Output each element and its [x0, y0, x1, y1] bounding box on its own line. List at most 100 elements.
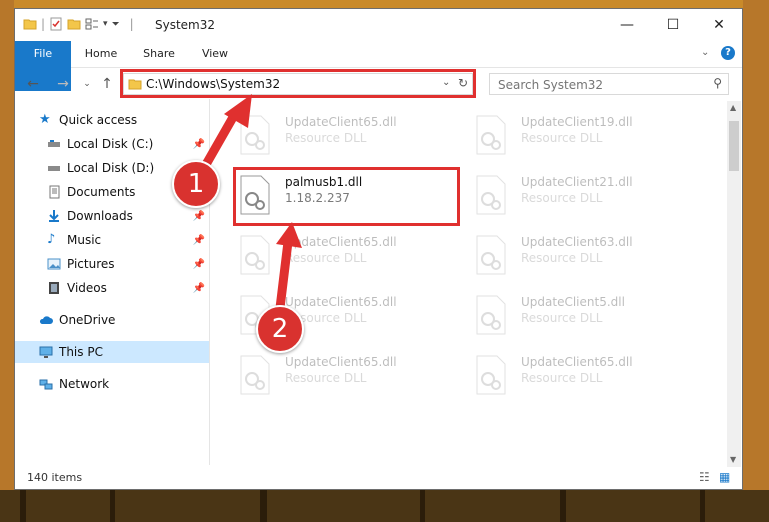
quick-access-toolbar: | ▾ ⏷ |: [23, 17, 134, 31]
large-icons-view-icon[interactable]: ▦: [719, 470, 730, 484]
ribbon-tabs: File Home Share View ⌄ ?: [15, 41, 742, 91]
scrollbar-thumb[interactable]: [729, 121, 739, 171]
expand-ribbon-icon[interactable]: ⌄: [701, 47, 709, 58]
dll-file-icon: [476, 355, 506, 395]
file-name: UpdateClient19.dll: [521, 115, 633, 129]
pin-icon[interactable]: 📌: [193, 211, 205, 222]
pin-icon[interactable]: 📌: [193, 259, 205, 270]
sidebar-item-music[interactable]: ♪ Music 📌: [15, 229, 209, 251]
sidebar-item-label: Downloads: [67, 209, 133, 223]
toolbar-separator: |: [129, 17, 134, 31]
sidebar-item-local-disk-c[interactable]: Local Disk (C:) 📌: [15, 133, 209, 155]
pin-icon[interactable]: 📌: [193, 235, 205, 246]
file-type: Resource DLL: [521, 251, 603, 265]
sidebar-item-label: Network: [59, 377, 110, 391]
status-bar: 140 items ☷ ▦: [15, 467, 742, 489]
sidebar-item-quick-access[interactable]: ★ Quick access: [15, 109, 209, 131]
sidebar-item-label: Local Disk (C:): [67, 137, 154, 151]
scroll-down-icon[interactable]: ▼: [730, 455, 736, 464]
file-type: Resource DLL: [285, 131, 367, 145]
sidebar-item-label: Videos: [67, 281, 107, 295]
sidebar-item-label: Documents: [67, 185, 136, 199]
search-icon: ⚲: [713, 76, 722, 90]
qat-dropdown-icon[interactable]: ⏷: [112, 19, 120, 30]
sidebar-item-videos[interactable]: Videos 📌: [15, 277, 209, 299]
up-button[interactable]: ↑: [97, 74, 117, 94]
file-item[interactable]: UpdateClient65.dll Resource DLL: [471, 349, 691, 399]
sidebar-item-label: Quick access: [59, 113, 138, 127]
help-icon[interactable]: ?: [721, 46, 735, 60]
sidebar-item-label: OneDrive: [59, 313, 116, 327]
sidebar-item-pictures[interactable]: Pictures 📌: [15, 253, 209, 275]
search-box[interactable]: ⚲: [489, 73, 729, 95]
tab-share[interactable]: Share: [137, 41, 181, 67]
details-view-icon[interactable]: ☷: [699, 470, 710, 484]
window-title: System32: [155, 18, 216, 32]
documents-icon: [49, 185, 60, 199]
videos-icon: [49, 282, 59, 294]
cloud-icon: [39, 316, 53, 324]
folder-icon: [23, 19, 37, 30]
sidebar-item-label: Local Disk (D:): [67, 161, 155, 175]
forward-button[interactable]: →: [53, 74, 73, 94]
pictures-icon: [47, 258, 61, 270]
properties-icon[interactable]: [49, 17, 63, 31]
item-count: 140 items: [27, 471, 83, 484]
chevron-down-icon[interactable]: ▾: [103, 19, 108, 29]
file-name: UpdateClient63.dll: [521, 235, 633, 249]
sidebar-item-network[interactable]: Network: [15, 373, 209, 395]
file-item[interactable]: UpdateClient65.dll Resource DLL: [235, 229, 455, 279]
drive-icon: [48, 140, 60, 147]
file-name: UpdateClient65.dll: [285, 295, 397, 309]
sidebar-item-onedrive[interactable]: OneDrive: [15, 309, 209, 331]
dll-file-icon: [476, 175, 506, 215]
scroll-up-icon[interactable]: ▲: [730, 103, 736, 112]
file-type: Resource DLL: [285, 371, 367, 385]
file-name: UpdateClient21.dll: [521, 175, 633, 189]
tab-view[interactable]: View: [193, 41, 237, 67]
file-item[interactable]: UpdateClient65.dll Resource DLL: [235, 349, 455, 399]
pane-divider: [209, 99, 210, 465]
search-input[interactable]: [496, 76, 700, 94]
file-item[interactable]: UpdateClient19.dll Resource DLL: [471, 109, 691, 159]
navigation-pane: ★ Quick access Local Disk (C:) 📌 Local D…: [15, 105, 209, 465]
dll-file-icon: [476, 115, 506, 155]
file-item[interactable]: UpdateClient63.dll Resource DLL: [471, 229, 691, 279]
sidebar-item-label: Music: [67, 233, 102, 247]
file-item[interactable]: UpdateClient21.dll Resource DLL: [471, 169, 691, 219]
step-badge-1: 1: [172, 160, 220, 208]
file-item[interactable]: UpdateClient65.dll Resource DLL: [235, 109, 455, 159]
sidebar-item-label: Pictures: [67, 257, 115, 271]
file-list: UpdateClient65.dll Resource DLL palmusb1…: [211, 101, 725, 467]
file-type: Resource DLL: [521, 371, 603, 385]
dll-file-icon: [240, 235, 270, 275]
file-name: UpdateClient65.dll: [521, 355, 633, 369]
computer-icon: [39, 346, 53, 358]
pin-icon[interactable]: 📌: [193, 139, 205, 150]
pin-icon[interactable]: 📌: [193, 283, 205, 294]
new-folder-icon[interactable]: [67, 17, 81, 31]
file-name: UpdateClient65.dll: [285, 235, 397, 249]
toolbar-separator: |: [41, 17, 46, 31]
sidebar-item-label: This PC: [59, 345, 103, 359]
music-icon: ♪: [47, 232, 56, 247]
step-badge-2: 2: [256, 305, 304, 353]
close-button[interactable]: ✕: [696, 9, 742, 41]
tab-home[interactable]: Home: [79, 41, 123, 67]
file-type: Resource DLL: [521, 311, 603, 325]
dll-file-icon: [240, 115, 270, 155]
file-name: UpdateClient5.dll: [521, 295, 625, 309]
back-button[interactable]: ←: [23, 74, 43, 94]
sidebar-item-downloads[interactable]: Downloads 📌: [15, 205, 209, 227]
vertical-scrollbar[interactable]: ▲ ▼: [727, 101, 741, 467]
customize-icon[interactable]: [85, 17, 99, 31]
network-icon: [39, 379, 53, 390]
file-item[interactable]: UpdateClient5.dll Resource DLL: [471, 289, 691, 339]
sidebar-item-this-pc[interactable]: This PC: [15, 341, 209, 363]
file-highlight: [233, 167, 460, 226]
maximize-button[interactable]: ☐: [650, 9, 696, 41]
recent-locations-button[interactable]: ⌄: [77, 74, 97, 94]
title-bar: | ▾ ⏷ | System32 — ☐ ✕: [15, 9, 742, 41]
star-icon: ★: [39, 112, 51, 127]
minimize-button[interactable]: —: [604, 9, 650, 41]
